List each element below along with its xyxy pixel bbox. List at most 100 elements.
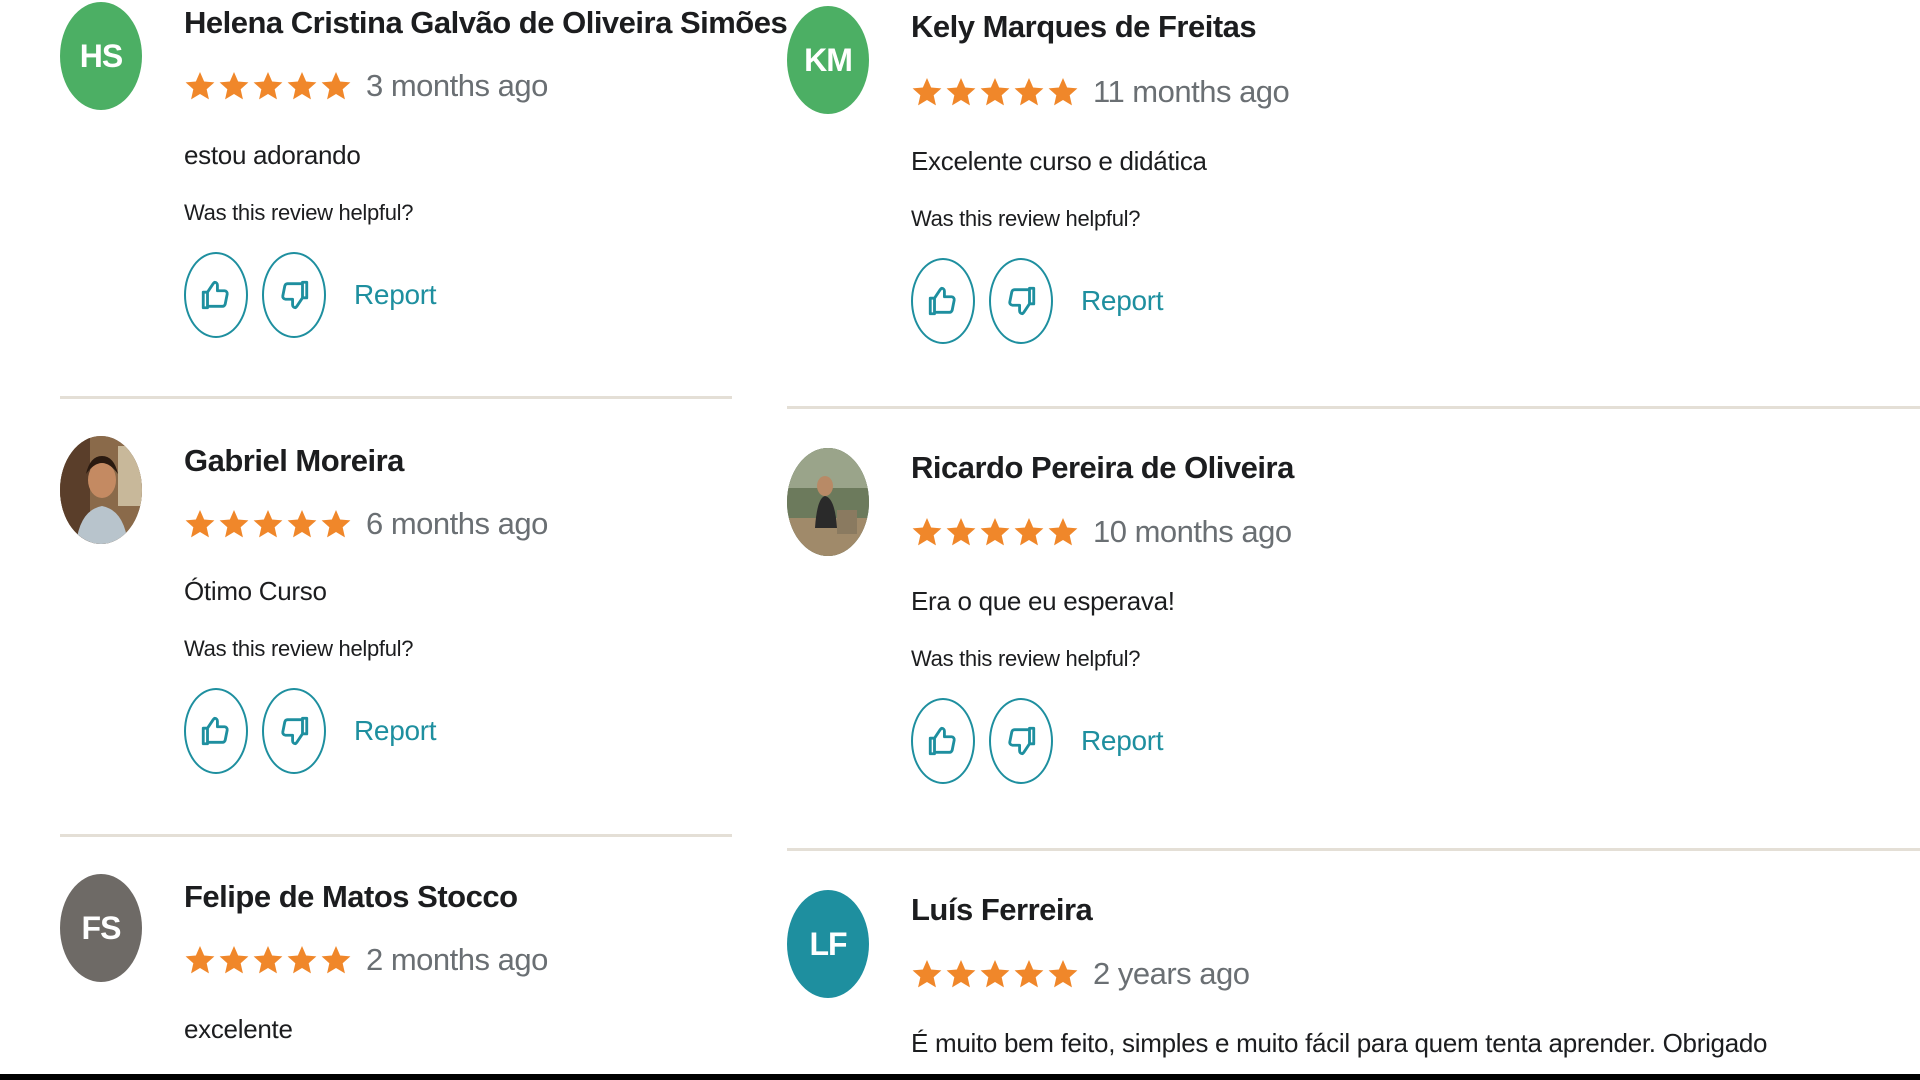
reviews-page: HS Helena Cristina Galvão de Oliveira Si… — [0, 0, 1920, 1080]
bottom-edge-bar — [0, 1074, 1920, 1080]
helpful-question: Was this review helpful? — [911, 206, 1141, 231]
thumbs-down-icon — [1008, 726, 1036, 756]
star-rating — [911, 75, 1079, 109]
helpful-question: Was this review helpful? — [911, 646, 1141, 671]
review-time: 6 months ago — [366, 506, 548, 541]
avatar-initials: LF — [809, 925, 847, 962]
review-divider — [787, 406, 1920, 409]
review-actions: Report — [184, 688, 437, 774]
review-divider — [60, 834, 732, 837]
review-text: Era o que eu esperava! — [911, 586, 1175, 616]
avatar — [787, 448, 869, 556]
review-text: Ótimo Curso — [184, 576, 327, 606]
star-icon — [980, 518, 1010, 546]
thumbs-down-icon — [281, 716, 309, 746]
rating-row: 3 months ago — [184, 68, 548, 104]
star-icon — [185, 946, 215, 974]
star-rating — [911, 957, 1079, 991]
review-actions: Report — [911, 258, 1164, 344]
thumbs-up-icon — [201, 716, 229, 746]
star-icon — [219, 72, 249, 100]
review-actions: Report — [184, 252, 437, 338]
review-divider — [60, 396, 732, 399]
avatar: FS — [60, 874, 142, 982]
rating-row: 6 months ago — [184, 506, 548, 542]
star-rating — [184, 943, 352, 977]
star-icon — [185, 72, 215, 100]
thumbs-up-icon — [928, 286, 956, 316]
star-icon — [912, 518, 942, 546]
star-icon — [287, 946, 317, 974]
star-icon — [1048, 960, 1078, 988]
star-icon — [185, 510, 215, 538]
review-divider — [787, 848, 1920, 851]
reviewer-name: Kely Marques de Freitas — [911, 9, 1257, 44]
avatar-initials: FS — [81, 909, 122, 946]
reviewer-name: Helena Cristina Galvão de Oliveira Simõe… — [184, 5, 788, 40]
star-icon — [287, 510, 317, 538]
star-icon — [946, 960, 976, 988]
review-time: 3 months ago — [366, 68, 548, 103]
avatar: LF — [787, 890, 869, 998]
star-icon — [1014, 518, 1044, 546]
avatar — [60, 436, 142, 544]
star-icon — [219, 946, 249, 974]
user-photo — [60, 436, 142, 544]
thumbs-down-button[interactable] — [262, 252, 326, 338]
avatar: HS — [60, 2, 142, 110]
review-text: É muito bem feito, simples e muito fácil… — [911, 1028, 1768, 1058]
helpful-question: Was this review helpful? — [184, 636, 414, 661]
user-photo — [787, 448, 869, 556]
review-actions: Report — [911, 698, 1164, 784]
thumbs-up-icon — [201, 280, 229, 310]
star-icon — [1014, 78, 1044, 106]
star-icon — [912, 960, 942, 988]
report-link[interactable]: Report — [354, 715, 437, 747]
avatar-initials: HS — [79, 37, 123, 74]
reviewer-name: Gabriel Moreira — [184, 443, 404, 478]
reviewer-name: Ricardo Pereira de Oliveira — [911, 450, 1294, 485]
star-icon — [321, 946, 351, 974]
star-icon — [321, 72, 351, 100]
thumbs-up-button[interactable] — [911, 258, 975, 344]
star-icon — [1014, 960, 1044, 988]
review-time: 2 years ago — [1093, 956, 1250, 991]
thumbs-down-button[interactable] — [262, 688, 326, 774]
reviewer-name: Luís Ferreira — [911, 892, 1093, 927]
star-icon — [946, 78, 976, 106]
review-time: 2 months ago — [366, 942, 548, 977]
helpful-question: Was this review helpful? — [184, 200, 414, 225]
rating-row: 11 months ago — [911, 74, 1290, 110]
report-link[interactable]: Report — [1081, 725, 1164, 757]
star-icon — [253, 72, 283, 100]
review-text: excelente — [184, 1014, 293, 1044]
report-link[interactable]: Report — [1081, 285, 1164, 317]
review-text: estou adorando — [184, 140, 361, 170]
thumbs-down-button[interactable] — [989, 698, 1053, 784]
review-time: 11 months ago — [1093, 74, 1290, 109]
star-icon — [912, 78, 942, 106]
star-icon — [980, 78, 1010, 106]
star-icon — [946, 518, 976, 546]
report-link[interactable]: Report — [354, 279, 437, 311]
star-icon — [253, 946, 283, 974]
thumbs-down-button[interactable] — [989, 258, 1053, 344]
review-text: Excelente curso e didática — [911, 146, 1207, 176]
rating-row: 2 months ago — [184, 942, 548, 978]
star-rating — [184, 507, 352, 541]
star-rating — [911, 515, 1079, 549]
thumbs-down-icon — [1008, 286, 1036, 316]
reviewer-name: Felipe de Matos Stocco — [184, 879, 518, 914]
star-icon — [253, 510, 283, 538]
rating-row: 10 months ago — [911, 514, 1292, 550]
thumbs-up-button[interactable] — [911, 698, 975, 784]
rating-row: 2 years ago — [911, 956, 1250, 992]
thumbs-up-button[interactable] — [184, 252, 248, 338]
star-rating — [184, 69, 352, 103]
review-time: 10 months ago — [1093, 514, 1292, 549]
star-icon — [1048, 78, 1078, 106]
thumbs-up-button[interactable] — [184, 688, 248, 774]
star-icon — [1048, 518, 1078, 546]
star-icon — [321, 510, 351, 538]
star-icon — [219, 510, 249, 538]
